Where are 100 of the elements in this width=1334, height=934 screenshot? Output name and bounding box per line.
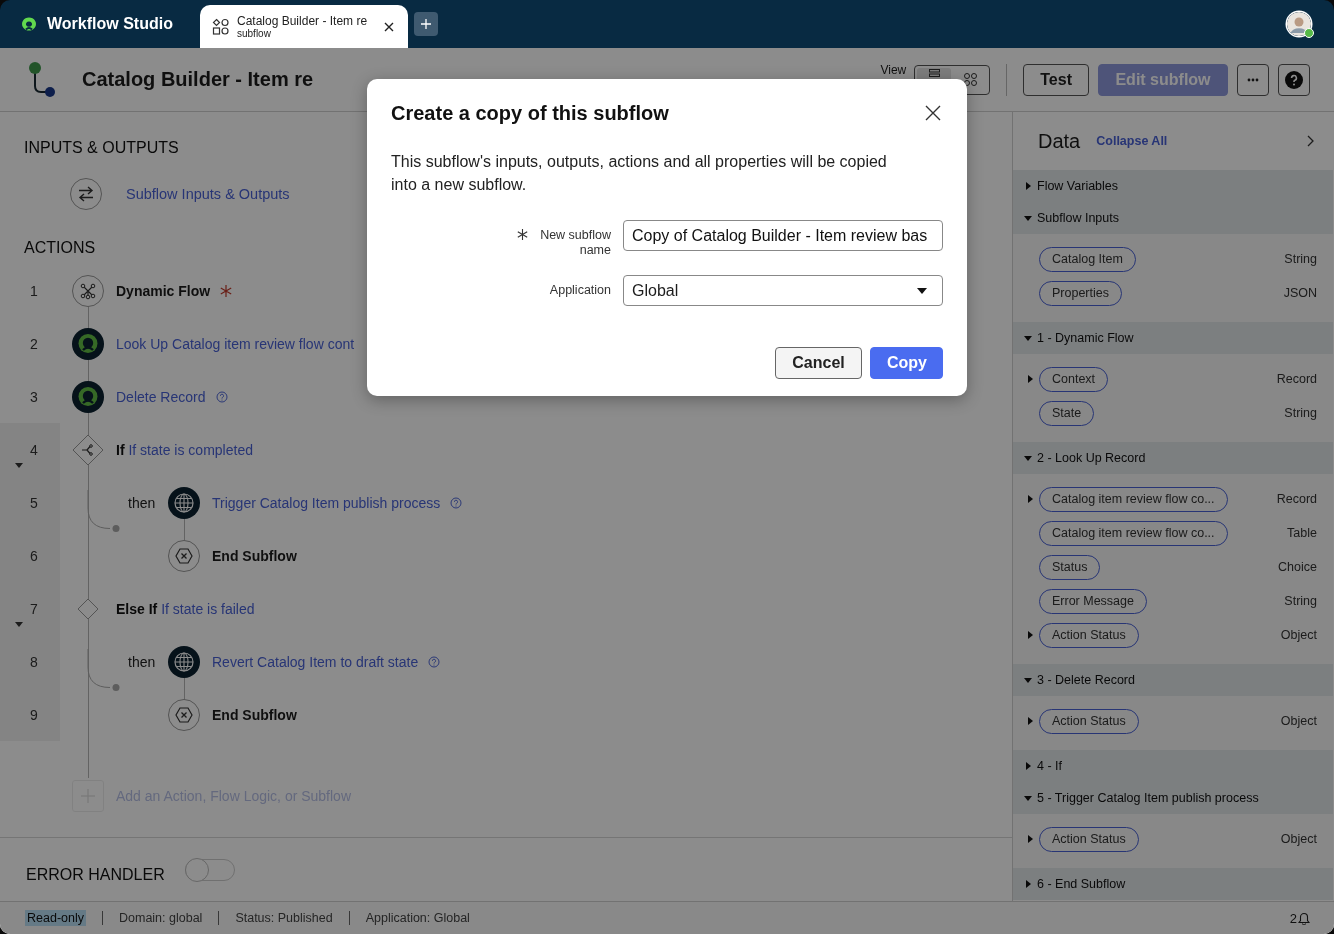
step-title[interactable]: Else If If state is failed xyxy=(116,600,255,617)
ring-icon xyxy=(72,327,104,360)
data-type: String xyxy=(1284,594,1317,608)
section-title: ERROR HANDLER xyxy=(26,864,165,884)
inputs-outputs-link[interactable]: Subflow Inputs & Outputs xyxy=(126,186,290,202)
step-link[interactable]: Look Up Catalog item review flow cont xyxy=(116,335,355,352)
help-button[interactable] xyxy=(1278,63,1310,96)
section-header[interactable]: 4 - If xyxy=(1013,750,1333,782)
line-number: 3 xyxy=(29,388,39,405)
line-number: 4 xyxy=(29,441,39,458)
stop-icon xyxy=(168,539,200,572)
status-dot xyxy=(1304,28,1314,38)
diamond-branch-icon xyxy=(72,433,104,466)
line-number: 1 xyxy=(29,282,39,299)
panel-title: Data xyxy=(1038,129,1081,153)
data-type: Object xyxy=(1280,714,1317,728)
network-icon xyxy=(72,274,104,307)
close-icon[interactable] xyxy=(384,21,394,32)
list-icon xyxy=(928,68,940,77)
logo-icon xyxy=(20,16,38,32)
line-number: 2 xyxy=(29,335,39,352)
step-title[interactable]: End Subflow xyxy=(212,547,297,564)
collapse-all-link[interactable]: Collapse All xyxy=(1096,134,1168,148)
ring-icon xyxy=(72,380,104,413)
dialog-description: This subflow's inputs, outputs, actions and all properties will be copied into a new subflow. xyxy=(391,152,888,195)
line-number: 6 xyxy=(29,547,39,564)
help-icon xyxy=(1285,70,1303,89)
data-type: String xyxy=(1284,406,1317,420)
line-number: 9 xyxy=(29,706,39,723)
caret-icon[interactable] xyxy=(1025,630,1035,640)
caret-icon[interactable] xyxy=(1025,716,1035,726)
swap-arrows-icon xyxy=(70,178,102,210)
new-tab-button[interactable] xyxy=(414,12,438,36)
shapes-icon xyxy=(212,17,230,36)
step-title[interactable]: End Subflow xyxy=(212,706,297,723)
section-header[interactable]: Subflow Inputs xyxy=(1013,202,1333,234)
section-title: 2 - Look Up Record xyxy=(1037,451,1146,465)
read-only-badge: Read-only xyxy=(25,910,86,926)
step-title[interactable]: Dynamic Flow xyxy=(116,282,211,299)
tab-subtitle: subflow xyxy=(237,27,271,40)
section-title: 6 - End Subflow xyxy=(1037,877,1126,891)
data-type: Choice xyxy=(1278,560,1317,574)
notification-count: 2 xyxy=(1289,910,1297,926)
section-title: 5 - Trigger Catalog Item publish process xyxy=(1037,791,1259,805)
data-type: String xyxy=(1284,252,1317,266)
avatar[interactable] xyxy=(1287,12,1311,36)
diagram-icon xyxy=(963,73,977,86)
section-title: INPUTS & OUTPUTS xyxy=(24,138,179,158)
more-icon xyxy=(1247,77,1259,82)
section-title: ACTIONS xyxy=(24,238,96,258)
data-type: Record xyxy=(1276,372,1317,386)
section-header[interactable]: 2 - Look Up Record xyxy=(1013,442,1333,474)
app-name: Workflow Studio xyxy=(47,15,173,33)
view-label: View xyxy=(880,63,907,77)
section-header[interactable]: 5 - Trigger Catalog Item publish process xyxy=(1013,782,1333,814)
step-title[interactable]: If If state is completed xyxy=(116,441,253,458)
step-link[interactable]: Trigger Catalog Item publish process xyxy=(212,494,441,511)
error-handler-toggle[interactable] xyxy=(184,858,235,881)
cancel-button[interactable]: Cancel xyxy=(775,347,862,379)
status-text: Domain: global xyxy=(102,911,219,925)
caret-icon xyxy=(917,287,927,294)
more-button[interactable] xyxy=(1237,63,1269,96)
status-text: Application: Global xyxy=(348,911,486,925)
bell-icon xyxy=(1298,911,1310,925)
data-type: Record xyxy=(1276,492,1317,506)
line-number: 7 xyxy=(29,600,39,617)
section-title: 3 - Delete Record xyxy=(1037,673,1135,687)
globe-icon xyxy=(168,486,200,519)
section-header[interactable]: 6 - End Subflow xyxy=(1013,868,1333,900)
field-label: New subflow name xyxy=(539,228,611,258)
application-select[interactable]: Global xyxy=(623,275,943,306)
copy-button[interactable]: Copy xyxy=(870,347,943,379)
then-label: then xyxy=(128,653,156,670)
section-header[interactable]: 3 - Delete Record xyxy=(1013,664,1333,696)
plus-icon xyxy=(421,19,431,29)
flow-title: Catalog Builder - Item re xyxy=(82,68,314,91)
caret-icon[interactable] xyxy=(14,619,24,629)
status-text: Status: Published xyxy=(218,911,349,925)
chevron-right-icon[interactable] xyxy=(1307,135,1315,147)
name-input[interactable]: Copy of Catalog Builder - Item review bas xyxy=(623,220,943,251)
caret-icon[interactable] xyxy=(1025,374,1035,384)
editor-tab[interactable]: Catalog Builder - Item re subflow xyxy=(200,5,408,48)
caret-icon[interactable] xyxy=(1025,834,1035,844)
data-type: Object xyxy=(1280,628,1317,642)
section-title: Subflow Inputs xyxy=(1037,211,1119,225)
then-label: then xyxy=(128,494,156,511)
section-header[interactable]: 1 - Dynamic Flow xyxy=(1013,322,1333,354)
caret-icon[interactable] xyxy=(14,460,24,470)
step-link[interactable]: Delete Record xyxy=(116,388,206,405)
data-type: JSON xyxy=(1283,286,1317,300)
line-number: 8 xyxy=(29,653,39,670)
step-link[interactable]: Revert Catalog Item to draft state xyxy=(212,653,419,670)
dialog-title: Create a copy of this subflow xyxy=(391,101,669,125)
section-header[interactable]: Flow Variables xyxy=(1013,170,1333,202)
close-icon[interactable] xyxy=(925,105,941,121)
caret-icon[interactable] xyxy=(1025,494,1035,504)
subflow-logo-icon xyxy=(26,59,56,100)
test-button[interactable]: Test xyxy=(1023,63,1089,96)
globe-icon xyxy=(168,645,200,678)
stop-icon xyxy=(168,698,200,731)
